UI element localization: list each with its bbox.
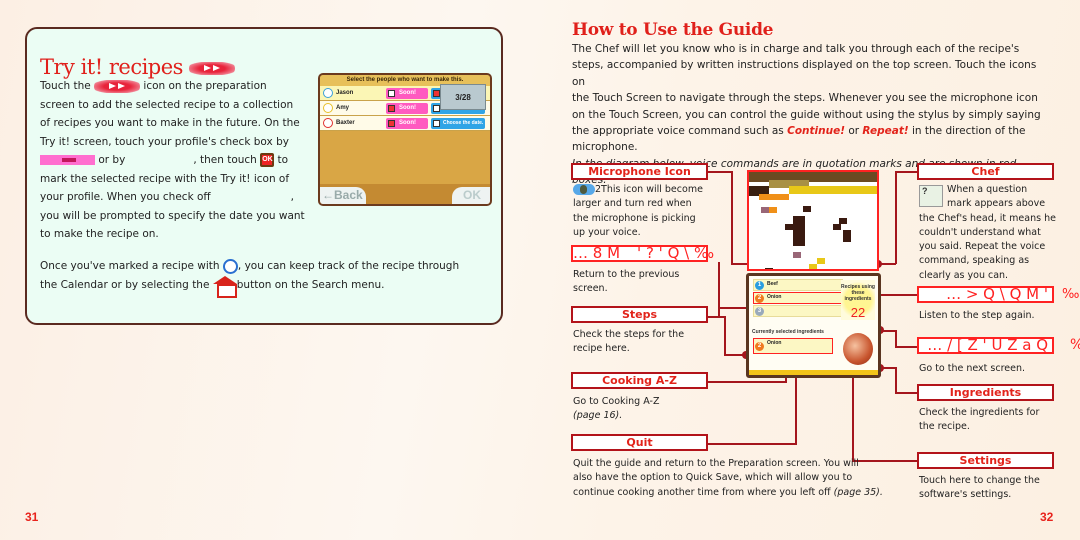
avatar [323, 103, 333, 113]
page-number: 32 [1040, 510, 1054, 524]
repeat-voice-tail: ‰ [1062, 287, 1080, 302]
repeat-voice-command-box: … > Q \ Q M ' [917, 286, 1054, 303]
settings-description: Touch here to change the software's setti… [919, 475, 1040, 501]
connector-line [880, 263, 896, 265]
profile-name: Baxter [336, 120, 355, 126]
connector-line [795, 372, 797, 445]
soon-button[interactable]: Soon! [386, 102, 428, 114]
try-it-recipes-button-icon [212, 275, 237, 298]
continue-voice-command-box: … / [ Z ' U Z a Q [917, 337, 1054, 354]
avatar [323, 88, 333, 98]
microphone-icon-description: 2This icon will become larger and turn r… [573, 184, 703, 238]
try-it-profile-icon [222, 258, 238, 274]
page-number: 31 [25, 510, 39, 524]
settings-label: Settings [917, 452, 1054, 469]
steps-description: Check the steps for the recipe here. [573, 329, 685, 355]
checkbox[interactable] [388, 89, 395, 97]
screen-footer: ←Back OK [320, 184, 490, 204]
connector-line [895, 392, 918, 394]
checkbox[interactable] [388, 119, 395, 127]
soon-button[interactable]: Soon! [386, 117, 428, 129]
quit-description: Quit the guide and return to the Prepara… [573, 458, 883, 498]
try-it-tracking-text: Once you've marked a recipe with , you c… [40, 257, 490, 298]
microphone-icon [573, 184, 595, 195]
date-button[interactable]: Choose the date. [431, 117, 485, 129]
connector-line [707, 443, 797, 445]
chef-label: Chef [917, 163, 1054, 180]
connector-line [731, 171, 733, 265]
try-it-icon [94, 79, 141, 93]
profile-name: Jason [336, 90, 354, 96]
try-it-title: Try it! recipes [40, 55, 236, 79]
ingredient-slot[interactable]: 3 [753, 305, 843, 317]
checkbox[interactable] [388, 104, 395, 112]
cooking-a-z-description: Go to Cooking A-Z (page 16). [573, 396, 660, 422]
ingredient-image [843, 333, 873, 365]
soon-checkbox-icon [40, 155, 95, 165]
connector-line [895, 367, 897, 394]
steps-label: Steps [571, 306, 708, 323]
left-page: Try it! recipes Touch the icon on the pr… [0, 0, 540, 540]
profile-name: Amy [336, 105, 350, 111]
back-voice-command-box: … 8 M _ ' ? ' Q \ ‰ [571, 244, 715, 262]
current-ingredients-label: Currently selected ingredients [752, 329, 824, 335]
soon-button[interactable]: Soon! [386, 87, 428, 99]
connector-line [707, 381, 787, 383]
back-description: Return to the previous screen. [573, 269, 680, 295]
chef-question-icon: ? [919, 185, 943, 207]
connector-line [707, 316, 725, 318]
current-ingredient-slot[interactable]: 2 Onion [753, 338, 833, 354]
checkbox[interactable] [433, 89, 440, 97]
ingredients-description: Check the ingredients for the recipe. [919, 407, 1040, 433]
repeat-description: Listen to the step again. [919, 310, 1035, 321]
back-button[interactable]: ←Back [320, 187, 366, 204]
microphone-icon-label: Microphone Icon [571, 163, 708, 180]
avatar [323, 118, 333, 128]
voice-command-continue: Continue! [787, 125, 845, 138]
try-it-screen: Select the people who want to make this.… [318, 73, 492, 206]
chef-description: ? When a question mark appears above the… [919, 184, 1056, 281]
voice-command-repeat: Repeat! [862, 125, 909, 138]
connector-line [724, 316, 726, 356]
date-spinner[interactable]: 3/28 [440, 84, 486, 110]
checkbox[interactable] [433, 104, 440, 112]
guide-touch-screen: 1 Beef 2 Onion 3 Recipes using these ingre… [746, 273, 881, 378]
connector-line [895, 346, 918, 348]
try-it-icon [189, 62, 236, 75]
connector-line [707, 171, 733, 173]
guide-title: How to Use the Guide [572, 20, 774, 40]
ingredient-slot[interactable]: 1 Beef [753, 279, 843, 291]
ok-icon: OK [260, 153, 275, 167]
profile-row[interactable]: Baxter Soon! Choose the date. [320, 116, 490, 131]
ingredient-slot[interactable]: 2 Onion [753, 292, 843, 304]
try-it-description: Touch the icon on the preparation screen… [40, 79, 305, 240]
connector-line [895, 171, 897, 264]
recipes-count-button[interactable]: Recipes using these ingredients 22 [841, 280, 875, 320]
quit-label: Quit [571, 434, 708, 451]
ok-button[interactable]: OK [452, 187, 490, 204]
settings-strip[interactable] [749, 370, 878, 375]
continue-voice-tail: % [1070, 337, 1080, 353]
continue-description: Go to the next screen. [919, 363, 1026, 374]
connector-line [718, 307, 748, 309]
cooking-a-z-label: Cooking A-Z [571, 372, 708, 389]
guide-top-screen[interactable] [747, 170, 879, 271]
ingredients-label: Ingredients [917, 384, 1054, 401]
checkbox[interactable] [433, 119, 440, 127]
